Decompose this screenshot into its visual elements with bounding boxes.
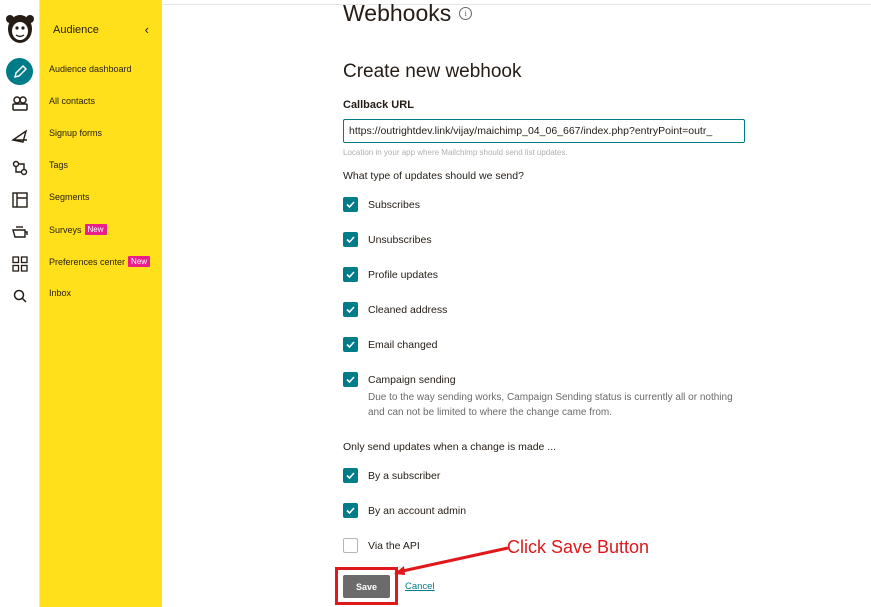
updates-question: What type of updates should we send? bbox=[343, 170, 524, 182]
content-icon[interactable] bbox=[8, 220, 32, 244]
sidebar-item-all-contacts[interactable]: All contacts bbox=[49, 96, 95, 106]
sidebar-item-label: Tags bbox=[49, 160, 69, 170]
sidebar-item-preferences-center[interactable]: Preferences center New bbox=[49, 256, 151, 267]
pencil-icon[interactable] bbox=[6, 58, 33, 85]
callback-url-label: Callback URL bbox=[343, 99, 414, 111]
mailchimp-logo[interactable] bbox=[4, 10, 36, 46]
audience-sidebar: Audience ‹ Audience dashboard All contac… bbox=[40, 0, 162, 607]
checkbox-label: By a subscriber bbox=[368, 469, 441, 482]
source-question: Only send updates when a change is made … bbox=[343, 441, 557, 453]
checkbox[interactable] bbox=[343, 267, 358, 282]
section-title: Create new webhook bbox=[343, 61, 522, 82]
header-divider bbox=[163, 4, 871, 5]
cancel-link[interactable]: Cancel bbox=[405, 581, 435, 592]
sidebar-item-label: Segments bbox=[49, 192, 90, 202]
automations-icon[interactable] bbox=[8, 156, 32, 180]
new-badge: New bbox=[84, 224, 107, 235]
sidebar-title: Audience bbox=[53, 23, 99, 36]
checkbox-label: Email changed bbox=[368, 338, 438, 351]
checkbox-unsubscribes[interactable]: Unsubscribes bbox=[343, 232, 432, 247]
checkbox-subscribes[interactable]: Subscribes bbox=[343, 197, 420, 212]
annotation-text: Click Save Button bbox=[507, 537, 650, 557]
checkbox[interactable] bbox=[343, 302, 358, 317]
checkbox[interactable] bbox=[343, 337, 358, 352]
checkbox-by-account-admin[interactable]: By an account admin bbox=[343, 503, 466, 518]
checkbox[interactable] bbox=[343, 372, 358, 387]
sidebar-item-tags[interactable]: Tags bbox=[49, 160, 68, 170]
checkbox[interactable] bbox=[343, 197, 358, 212]
checkbox-label: Subscribes bbox=[368, 198, 420, 211]
checkbox[interactable] bbox=[343, 468, 358, 483]
callback-url-helper: Location in your app where Mailchimp sho… bbox=[343, 148, 568, 157]
sidebar-item-label: Inbox bbox=[49, 288, 72, 298]
sidebar-item-label: Preferences center bbox=[49, 256, 126, 267]
checkbox-profile-updates[interactable]: Profile updates bbox=[343, 267, 438, 282]
audience-icon[interactable] bbox=[8, 91, 32, 115]
checkbox-by-subscriber[interactable]: By a subscriber bbox=[343, 468, 440, 483]
checkbox[interactable] bbox=[343, 503, 358, 518]
sidebar-item-label: Surveys bbox=[49, 224, 82, 235]
website-icon[interactable] bbox=[8, 188, 32, 212]
checkbox[interactable] bbox=[343, 538, 358, 553]
checkbox-label: By an account admin bbox=[368, 504, 467, 517]
sidebar-item-label: All contacts bbox=[49, 96, 96, 106]
checkbox-label: Cleaned address bbox=[368, 303, 448, 316]
search-icon[interactable] bbox=[8, 284, 32, 308]
campaign-sending-note: Due to the way sending works, Campaign S… bbox=[368, 392, 733, 418]
sidebar-item-label: Signup forms bbox=[49, 128, 103, 138]
annotation-arrow bbox=[394, 546, 509, 575]
info-icon[interactable]: i bbox=[459, 7, 473, 20]
sidebar-item-segments[interactable]: Segments bbox=[49, 192, 90, 202]
checkbox-label: Profile updates bbox=[368, 268, 439, 281]
icon-rail bbox=[0, 0, 40, 607]
checkbox[interactable] bbox=[343, 232, 358, 247]
integrations-icon[interactable] bbox=[8, 252, 32, 276]
sidebar-header: Audience ‹ bbox=[53, 22, 153, 37]
checkbox-campaign-sending[interactable]: Campaign sending bbox=[343, 372, 456, 387]
new-badge: New bbox=[128, 256, 151, 267]
callback-url-input[interactable] bbox=[343, 119, 745, 143]
checkbox-cleaned-address[interactable]: Cleaned address bbox=[343, 302, 447, 317]
sidebar-item-surveys[interactable]: Surveys New bbox=[49, 224, 107, 235]
checkbox-email-changed[interactable]: Email changed bbox=[343, 337, 437, 352]
sidebar-item-audience-dashboard[interactable]: Audience dashboard bbox=[49, 64, 132, 74]
page-title-text: Webhooks bbox=[343, 0, 452, 26]
sidebar-item-inbox[interactable]: Inbox bbox=[49, 288, 71, 298]
chevron-left-icon[interactable]: ‹ bbox=[145, 22, 153, 37]
sidebar-item-label: Audience dashboard bbox=[49, 64, 132, 74]
campaigns-icon[interactable] bbox=[8, 124, 32, 148]
checkbox-label: Unsubscribes bbox=[368, 233, 432, 246]
checkbox-label: Campaign sending bbox=[368, 373, 456, 386]
sidebar-item-signup-forms[interactable]: Signup forms bbox=[49, 128, 102, 138]
save-button[interactable]: Save bbox=[343, 575, 390, 598]
page-title: Webhooks i bbox=[343, 0, 473, 27]
